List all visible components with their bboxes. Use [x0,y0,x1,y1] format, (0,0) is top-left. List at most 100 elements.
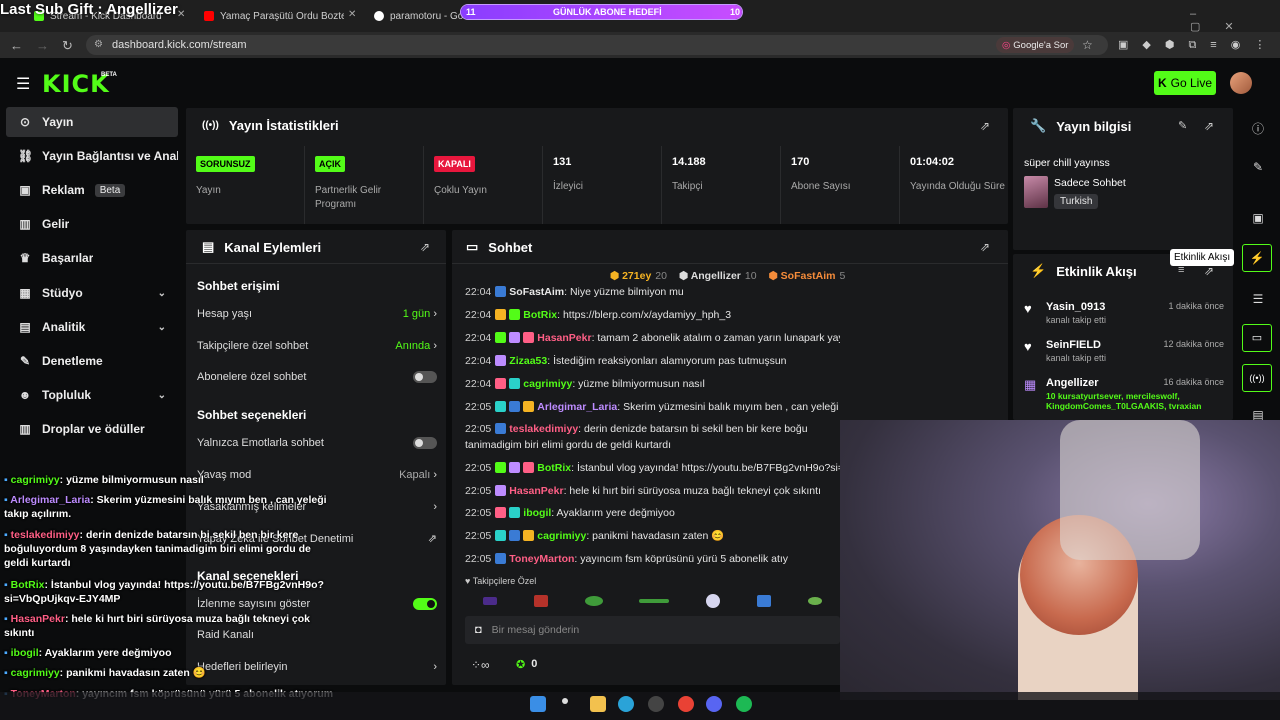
top-gifter[interactable]: ⬢ 271ey 20 [610,270,667,282]
user-badge-icon [509,309,521,320]
menu-icon[interactable]: ☰ [16,74,30,94]
youtube-favicon-icon [204,11,214,21]
sidebar-item[interactable]: ✎ Denetleme [6,346,178,376]
stat-label: Yayın [196,185,221,196]
followers-only-row[interactable]: Takipçilere özel sohbet Anında › [197,340,437,352]
extension-icons[interactable]: ▣◆⬢⧉≡◉⋮ [1118,38,1279,52]
chat-username[interactable]: teslakedimiyy [509,423,578,435]
search-icon[interactable] [562,698,568,704]
pen-icon[interactable]: ✎ [1250,160,1266,176]
emote-icon[interactable] [706,594,721,608]
stat-label: Partnerlik Gelir Programı [315,185,382,210]
chat-username[interactable]: Arlegimar_Laria [537,401,617,413]
chat-message: 22:04 SoFastAim: Niye yüzme bilmiyon mu [465,285,840,299]
emote-icon[interactable] [639,599,670,603]
list-icon[interactable]: ☰ [1250,292,1266,308]
chat-icon[interactable]: ▭ [1242,324,1272,352]
popout-icon[interactable]: ⇗ [1204,264,1214,278]
sidebar-item[interactable]: ▥ Droplar ve ödüller [6,414,178,444]
sidebar-item-label: Denetleme [42,354,103,368]
sidebar-item[interactable]: ▤ Analitik ⌄ [6,312,178,342]
sidebar-item[interactable]: ⊙ Yayın [6,107,178,137]
chat-username[interactable]: SoFastAim [509,286,564,298]
user-badge-icon [495,507,507,518]
user-badge-icon [495,355,507,366]
account-age-row[interactable]: Hesap yaşı 1 gün › [197,308,437,320]
chat-settings-icon[interactable]: ⁘∞ [471,658,490,672]
edit-icon[interactable]: ✎ [1178,119,1187,132]
file-explorer-icon[interactable] [590,696,606,712]
go-live-button[interactable]: K Go Live [1154,71,1216,95]
emote-icon[interactable] [756,595,771,607]
emote-icon[interactable] [483,597,498,605]
sidebar-item[interactable]: ▣ Reklam Beta [6,175,178,205]
bookmark-star-icon[interactable]: ☆ [1082,38,1093,52]
discord-icon[interactable] [706,696,722,712]
chat-timestamp: 22:05 [465,530,492,542]
emotes-only-toggle[interactable] [413,437,437,449]
top-gifter[interactable]: ⬢ SoFastAim 5 [769,270,846,282]
sidebar-item[interactable]: ▥ Gelir [6,209,178,239]
chat-username[interactable]: HasanPekr [537,332,591,344]
emoji-picker-icon[interactable]: ◘ [475,624,482,636]
popout-icon[interactable]: ⇗ [980,119,990,133]
popout-icon[interactable]: ⇗ [980,240,990,254]
edge-icon[interactable] [618,696,634,712]
user-badge-icon [509,332,521,343]
chat-username[interactable]: ToneyMarton [509,553,574,565]
stat-cell: 170 Abone Sayısı [781,146,900,224]
forward-icon[interactable]: → [36,38,49,53]
top-gifter[interactable]: ⬢ Angellizer 10 [679,270,757,282]
popout-icon[interactable]: ⇗ [1204,119,1214,133]
back-icon[interactable]: ← [10,38,23,53]
site-info-icon[interactable]: ⚙ [94,39,103,50]
emote-icon[interactable] [534,595,549,607]
overlay-username: BotRix [10,579,45,591]
chat-username[interactable]: ibogil [523,507,551,519]
broadcast-icon[interactable]: ((•)) [1242,364,1272,392]
popout-icon[interactable]: ⇗ [420,240,430,254]
chat-timestamp: 22:04 [465,309,492,321]
user-badge-icon [495,309,507,320]
chrome-icon[interactable] [678,696,694,712]
event-desc: 10 kursatyurtsever, mercileswolf, Kingdo… [1046,391,1202,411]
overlay-chat-message: ▪ Arlegimar_Laria: Skerim yüzmesini balı… [4,493,334,521]
close-tab-icon[interactable]: ✕ [177,9,185,20]
chat-username[interactable]: Zizaa53 [509,355,547,367]
user-badge-icon [495,462,507,473]
chat-timestamp: 22:05 [465,553,492,565]
chat-username[interactable]: cagrimiyy [523,378,572,390]
kick-logo[interactable]: KICK [42,70,110,98]
user-badge-icon [495,553,507,564]
stat-cell: 131 İzleyici [543,146,662,224]
sidebar-item[interactable]: ♛ Başarılar [6,243,178,273]
avatar[interactable] [1230,72,1252,94]
emote-icon[interactable] [584,596,603,606]
ask-google-button[interactable]: ◎ Google'a Sor [996,37,1075,53]
chat-username[interactable]: HasanPekr [509,485,563,497]
chat-username[interactable]: BotRix [523,309,557,321]
spotify-icon[interactable] [736,696,752,712]
chat-username[interactable]: BotRix [537,462,571,474]
emote-icon[interactable] [807,597,822,605]
info-icon[interactable]: ⓘ [1250,120,1266,136]
category-name[interactable]: Sadece Sohbet [1054,177,1126,189]
lightning-icon[interactable]: ⚡ [1242,244,1272,272]
chat-username[interactable]: cagrimiyy [537,530,586,542]
obs-icon[interactable] [648,696,664,712]
reload-icon[interactable]: ↻ [62,38,73,54]
sidebar-item[interactable]: ⛓ Yayın Bağlantısı ve Anahtarı [6,141,178,171]
chat-message-input[interactable]: ◘ Bir mesaj gönderin [465,616,840,644]
window-controls[interactable]: –▢✕ [1190,8,1280,33]
start-icon[interactable] [530,696,546,712]
subs-only-toggle[interactable] [413,371,437,383]
close-tab-icon[interactable]: ✕ [348,9,356,20]
tab-google[interactable]: paramotoru - Google [374,5,464,27]
sidebar-item[interactable]: ☻ Topluluk ⌄ [6,380,178,410]
user-badge-icon [509,530,521,541]
viewer-count-toggle[interactable] [413,598,437,610]
stat-label: Abone Sayısı [791,181,851,192]
sidebar-item[interactable]: ▦ Stüdyo ⌄ [6,278,178,308]
tab-youtube[interactable]: Yamaç Paraşütü Ordu Boztepe - Yo [204,5,344,27]
stats-icon[interactable]: ▣ [1250,211,1266,227]
